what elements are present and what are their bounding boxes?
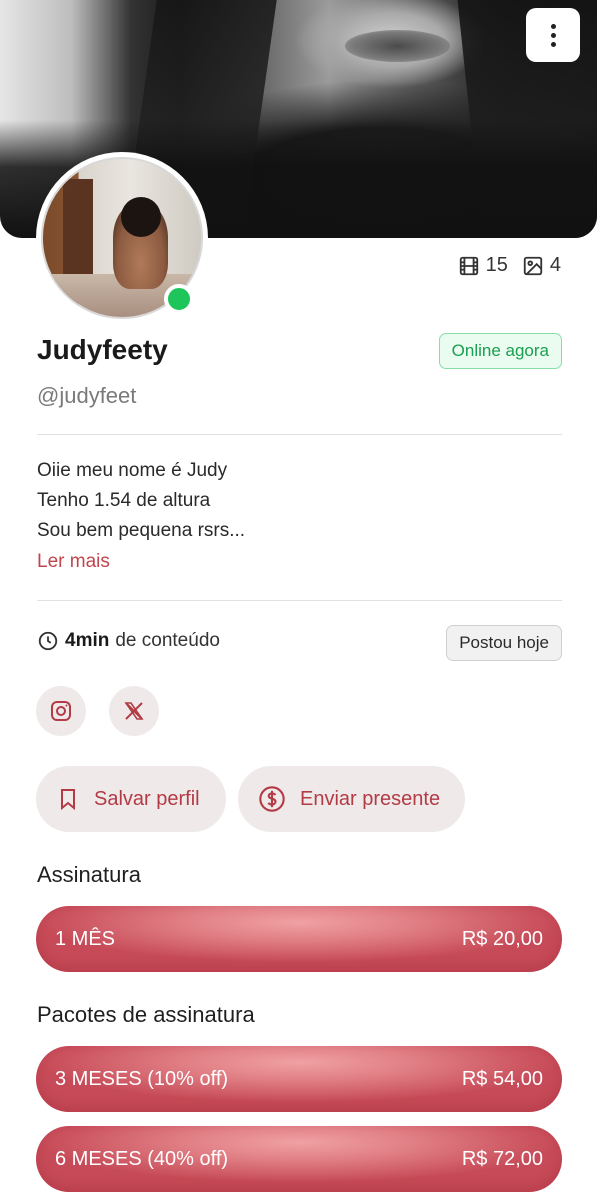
profile-bio: Oiie meu nome é Judy Tenho 1.54 de altur… bbox=[37, 456, 245, 546]
instagram-icon bbox=[51, 701, 71, 721]
x-icon bbox=[124, 702, 144, 720]
profile-handle: @judyfeet bbox=[37, 383, 137, 408]
plan-label: 3 MESES (10% off) bbox=[55, 1067, 229, 1090]
online-badge: Online agora bbox=[438, 333, 562, 369]
profile-name: Judyfeety bbox=[37, 334, 168, 365]
video-count: 15 bbox=[485, 254, 508, 276]
content-duration-suffix: de conteúdo bbox=[115, 630, 220, 651]
image-icon bbox=[523, 256, 543, 275]
send-gift-button[interactable]: Enviar presente bbox=[238, 766, 465, 832]
content-duration: 4min de conteúdo bbox=[37, 630, 220, 652]
cover-lips bbox=[345, 30, 450, 62]
save-profile-button[interactable]: Salvar perfil bbox=[36, 766, 226, 832]
plan-price: R$ 54,00 bbox=[461, 1067, 543, 1090]
bookmark-icon bbox=[61, 789, 75, 811]
divider bbox=[37, 600, 562, 601]
divider bbox=[37, 434, 562, 435]
more-options-button[interactable] bbox=[526, 8, 580, 62]
bio-line: Tenho 1.54 de altura bbox=[37, 490, 211, 511]
plan-label: 1 MÊS bbox=[55, 927, 116, 950]
subscription-plan-6-months[interactable]: 6 MESES (40% off) R$ 72,00 bbox=[36, 1126, 562, 1192]
photo-count: 4 bbox=[549, 254, 561, 276]
content-duration-value: 4min bbox=[65, 630, 110, 651]
packages-title: Pacotes de assinatura bbox=[37, 1002, 255, 1027]
subscription-title: Assinatura bbox=[37, 862, 141, 887]
subscription-plan-3-months[interactable]: 3 MESES (10% off) R$ 54,00 bbox=[36, 1046, 562, 1112]
plan-price: R$ 20,00 bbox=[461, 927, 543, 950]
x-button[interactable] bbox=[109, 686, 159, 736]
video-stat[interactable]: 15 bbox=[458, 254, 508, 277]
bio-line: Oiie meu nome é Judy bbox=[37, 460, 228, 481]
send-gift-label: Enviar presente bbox=[300, 787, 441, 810]
dollar-coin-icon bbox=[259, 786, 285, 812]
read-more-link[interactable]: Ler mais bbox=[37, 551, 110, 573]
instagram-button[interactable] bbox=[36, 686, 86, 736]
more-vertical-icon bbox=[550, 23, 556, 29]
subscription-plan-1-month[interactable]: 1 MÊS R$ 20,00 bbox=[36, 906, 562, 972]
clock-icon bbox=[38, 631, 58, 651]
plan-label: 6 MESES (40% off) bbox=[55, 1147, 229, 1170]
plan-price: R$ 72,00 bbox=[461, 1147, 543, 1170]
photo-stat[interactable]: 4 bbox=[522, 254, 561, 277]
online-status-dot bbox=[164, 284, 194, 314]
bio-line: Sou bem pequena rsrs... bbox=[37, 520, 246, 541]
film-icon bbox=[459, 256, 478, 275]
posted-today-badge: Postou hoje bbox=[446, 625, 562, 661]
media-stats: 15 4 bbox=[458, 254, 561, 277]
save-profile-label: Salvar perfil bbox=[94, 787, 200, 810]
